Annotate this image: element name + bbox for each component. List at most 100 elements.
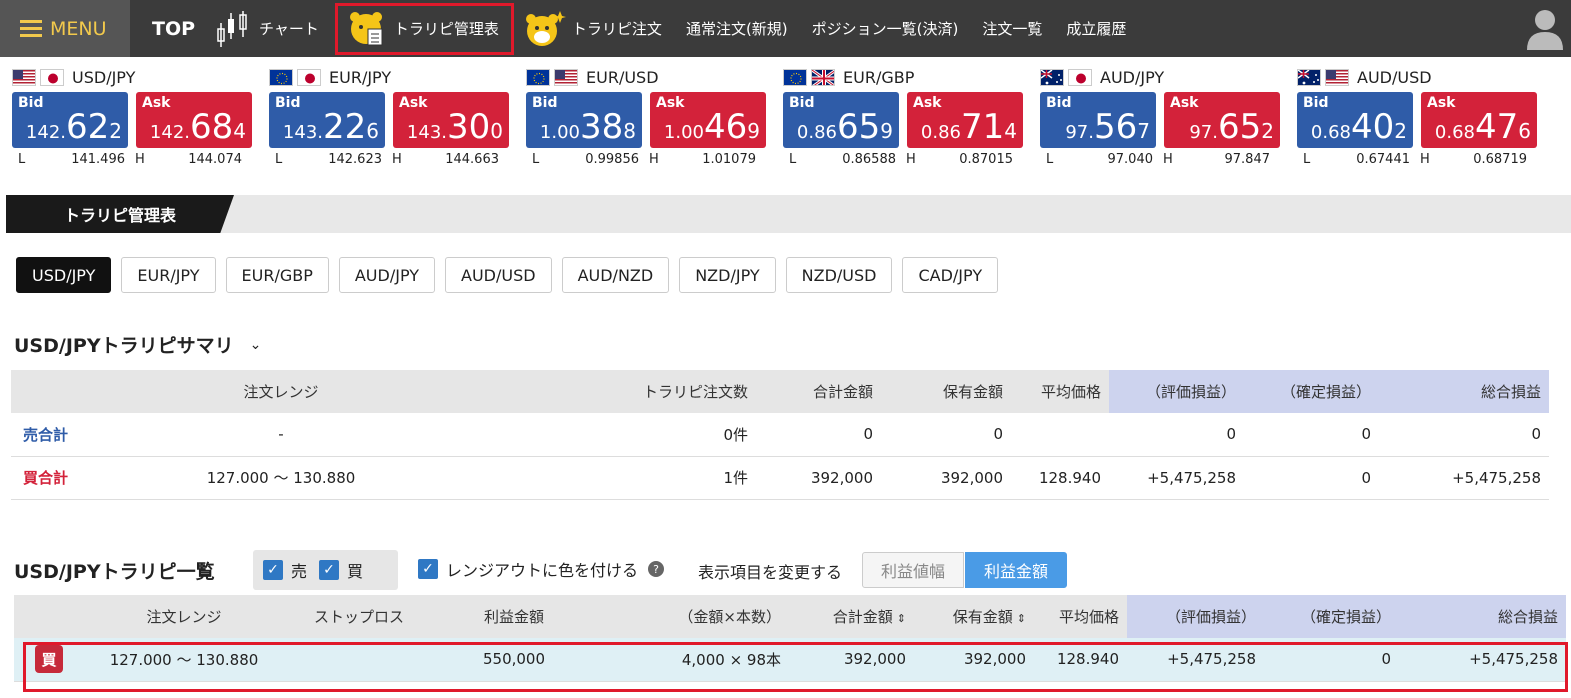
help-icon[interactable]: ? [648, 561, 665, 577]
buy-total: 392,000 [756, 456, 881, 500]
summary-title-text: USD/JPYトラリピサマリ [14, 335, 234, 357]
tab-trarepi-manage[interactable]: トラリピ管理表 [6, 195, 234, 233]
ask-button[interactable]: Ask 1.00469 [650, 92, 766, 148]
pair-button-eur-jpy[interactable]: EUR/JPY [121, 257, 216, 293]
ask-price: 0.68476 [1434, 107, 1531, 147]
sell-avg [1011, 413, 1109, 457]
jp-flag-icon [1068, 68, 1092, 86]
row-unrealized: +5,475,258 [1127, 638, 1264, 682]
bid-label: Bid [789, 95, 815, 111]
list-header-stop: ストップロス [284, 595, 434, 638]
pair-button-nzd-usd[interactable]: NZD/USD [785, 257, 893, 293]
bid-button[interactable]: Bid 142.622 [12, 92, 128, 148]
low-value: 0.99856 [585, 152, 639, 167]
bid-button[interactable]: Bid 0.86659 [783, 92, 899, 148]
pair-button-aud-jpy[interactable]: AUD/JPY [338, 257, 436, 293]
nav-trarepi-order[interactable]: トラリピ注文 [522, 0, 662, 57]
bid-button[interactable]: Bid 143.226 [269, 92, 385, 148]
rate-header: AUD/JPY [1028, 62, 1280, 92]
change-display-label: 表示項目を変更する [698, 563, 843, 582]
jp-flag-icon [40, 68, 64, 86]
row-net: +5,475,258 [1399, 638, 1566, 682]
pair-button-nzd-jpy[interactable]: NZD/JPY [679, 257, 776, 293]
high-low: L 0.67441 H 0.68719 [1303, 152, 1527, 167]
chevron-down-icon[interactable]: ⌄ [250, 337, 262, 353]
rate-pair: EUR/GBP [843, 67, 915, 87]
buy-badge: 買 [35, 645, 63, 674]
buy-total-label: 買合計 [11, 456, 91, 500]
profit-amount-toggle[interactable]: 利益金額 [965, 552, 1067, 588]
bid-label: Bid [275, 95, 301, 111]
sell-realized: 0 [1244, 413, 1379, 457]
user-avatar-icon[interactable] [1525, 8, 1565, 50]
ask-label: Ask [1427, 95, 1456, 111]
nav-chart[interactable]: チャート [215, 0, 319, 57]
trarepi-list-table: 注文レンジ ストップロス 利益金額 （金額×本数） 合計金額 ⇕ 保有金額 ⇕ 平均… [14, 595, 1566, 682]
ask-price: 1.00469 [663, 107, 760, 147]
high-low: L 0.86588 H 0.87015 [789, 152, 1013, 167]
nav-orders[interactable]: 注文一覧 [982, 0, 1042, 57]
nav-trarepi-manage[interactable]: トラリピ管理表 [334, 2, 514, 55]
bid-label: Bid [1303, 95, 1329, 111]
bid-button[interactable]: Bid 1.00388 [526, 92, 642, 148]
pair-button-eur-gbp[interactable]: EUR/GBP [225, 257, 329, 293]
menu-button[interactable]: MENU [0, 0, 130, 57]
us-flag-icon [1325, 68, 1349, 86]
profit-width-toggle[interactable]: 利益値幅 [862, 552, 964, 588]
rate-tile: EUR/GBP Bid 0.86659 Ask 0.86714 L 0.86588 H 0.87… [771, 62, 1023, 174]
table-row[interactable]: 買 127.000 〜 130.880 550,000 4,000 × 98本 … [14, 638, 1566, 682]
ask-label: Ask [656, 95, 685, 111]
list-header-total[interactable]: 合計金額 ⇕ [789, 595, 914, 638]
nav-order-label: トラリピ注文 [571, 20, 662, 38]
buy-count: 1件 [471, 456, 756, 500]
range-color-checkbox[interactable]: ✓ レンジアウトに色を付ける ? [418, 557, 665, 581]
rate-header: EUR/GBP [771, 62, 1023, 92]
row-profit: 550,000 [434, 638, 594, 682]
pair-button-cad-jpy[interactable]: CAD/JPY [902, 257, 999, 293]
buy-checkbox-label: 買 [347, 562, 364, 581]
bid-label: Bid [1046, 95, 1072, 111]
ask-button[interactable]: Ask 0.68476 [1421, 92, 1537, 148]
rate-board: USD/JPY Bid 142.622 Ask 142.684 L 141.496 H 144.… [0, 62, 1571, 174]
ask-button[interactable]: Ask 97.652 [1164, 92, 1280, 148]
ask-button[interactable]: Ask 142.684 [136, 92, 252, 148]
bid-button[interactable]: Bid 97.567 [1040, 92, 1156, 148]
ask-button[interactable]: Ask 0.86714 [907, 92, 1023, 148]
summary-buy-row: 買合計 127.000 〜 130.880 1件 392,000 392,000… [11, 456, 1549, 500]
header-net: 総合損益 [1379, 370, 1549, 413]
check-icon: ✓ [319, 560, 340, 580]
list-header-held[interactable]: 保有金額 ⇕ [914, 595, 1034, 638]
us-flag-icon [12, 68, 36, 86]
header-unrealized: （評価損益） [1109, 370, 1244, 413]
row-qty: 4,000 × 98本 [594, 638, 789, 682]
high-value: 144.663 [445, 152, 499, 167]
buy-checkbox[interactable]: ✓ 買 [319, 558, 363, 582]
sell-checkbox[interactable]: ✓ 売 [263, 558, 307, 582]
eu-flag-icon [783, 68, 807, 86]
nav-new-order[interactable]: 通常注文(新規) [686, 0, 788, 57]
list-header-realized: （確定損益） [1264, 595, 1399, 638]
nav-history[interactable]: 成立履歴 [1066, 0, 1126, 57]
bid-price: 1.00388 [539, 107, 636, 147]
high-value: 97.847 [1224, 152, 1271, 167]
pair-button-aud-usd[interactable]: AUD/USD [445, 257, 552, 293]
pair-button-usd-jpy[interactable]: USD/JPY [16, 257, 112, 293]
ask-button[interactable]: Ask 143.300 [393, 92, 509, 148]
bid-button[interactable]: Bid 0.68402 [1297, 92, 1413, 148]
header-realized: （確定損益） [1244, 370, 1379, 413]
ask-label: Ask [142, 95, 171, 111]
sort-icon: ⇕ [1016, 612, 1026, 625]
rate-tile: EUR/JPY Bid 143.226 Ask 143.300 L 142.623 H 144.… [257, 62, 509, 174]
row-stop [284, 638, 434, 682]
pair-button-aud-nzd[interactable]: AUD/NZD [561, 257, 670, 293]
buy-avg: 128.940 [1011, 456, 1109, 500]
list-header-profit: 利益金額 [434, 595, 594, 638]
nav-top[interactable]: TOP [152, 0, 195, 57]
high-value: 0.68719 [1473, 152, 1527, 167]
rate-pair: EUR/USD [586, 67, 659, 87]
nav-positions[interactable]: ポジション一覧(決済) [812, 0, 959, 57]
rate-header: EUR/USD [514, 62, 766, 92]
list-header-qty: （金額×本数） [594, 595, 789, 638]
nav-manage-label: トラリピ管理表 [393, 20, 499, 38]
rate-tile: AUD/JPY Bid 97.567 Ask 97.652 L 97.040 H 97.847 [1028, 62, 1280, 174]
